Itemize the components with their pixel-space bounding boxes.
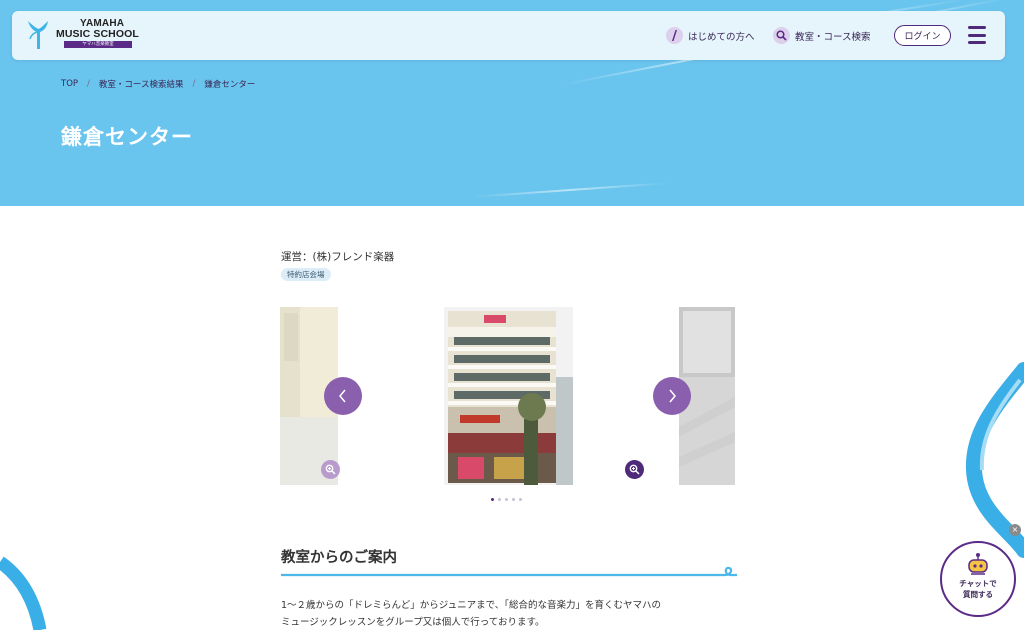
carousel-pagination [491, 498, 526, 501]
breadcrumb-search-results[interactable]: 教室・コース検索結果 [99, 78, 184, 90]
breadcrumb-separator: / [87, 79, 90, 89]
breadcrumb-current: 鎌倉センター [204, 80, 256, 90]
section-body-line: ミュージックレッスンをグループ又は個人で行っております。 [281, 617, 545, 628]
operator-text: 運営：(株)フレンド楽器 [281, 251, 395, 263]
carousel-dot[interactable] [519, 498, 522, 501]
hamburger-menu-icon[interactable] [968, 26, 986, 44]
search-icon [773, 27, 790, 44]
carousel-slide-active[interactable] [444, 307, 573, 485]
section-body-line: 1～２歳からの「ドレミらんど」からジュニアまで、「総合的な音楽力」を育くむヤマハ… [281, 600, 661, 611]
hero-streak [469, 182, 670, 198]
chat-label-line1: チャットで [959, 579, 997, 588]
carousel-dot[interactable] [512, 498, 515, 501]
chat-label-line2: 質問する [963, 590, 993, 599]
site-header: YAMAHA MUSIC SCHOOL ヤマハ音楽教室 はじめての方へ 教室・コ… [12, 11, 1005, 60]
zoom-in-icon[interactable] [625, 460, 644, 479]
chat-close-button[interactable]: × [1009, 524, 1021, 536]
carousel-next-button[interactable] [653, 377, 691, 415]
nav-first-time-label: はじめての方へ [688, 31, 755, 43]
tuning-fork-logo-icon [28, 21, 48, 49]
chat-button[interactable]: チャットで 質問する [940, 541, 1016, 617]
nav-first-time[interactable]: はじめての方へ [666, 27, 755, 44]
carousel-dot[interactable] [498, 498, 501, 501]
section-underline [281, 566, 737, 577]
carousel-dot[interactable] [491, 498, 494, 501]
robot-icon [968, 553, 988, 575]
zoom-in-icon[interactable] [321, 460, 340, 479]
dealer-tag: 特約店会場 [281, 268, 331, 281]
nav-class-search-label: 教室・コース検索 [795, 31, 871, 43]
yamaha-logo[interactable]: YAMAHA MUSIC SCHOOL ヤマハ音楽教室 [26, 19, 139, 51]
breadcrumb: TOP / 教室・コース検索結果 / 鎌倉センター [61, 78, 255, 90]
info-icon [666, 27, 683, 44]
section-body: 1～２歳からの「ドレミらんど」からジュニアまで、「総合的な音楽力」を育くむヤマハ… [281, 597, 731, 630]
chevron-left-icon [339, 389, 346, 403]
chevron-right-icon [669, 389, 676, 403]
carousel-dot[interactable] [505, 498, 508, 501]
logo-line2: MUSIC SCHOOL [56, 28, 139, 40]
carousel-prev-button[interactable] [324, 377, 362, 415]
login-button[interactable]: ログイン [894, 25, 951, 46]
hero-banner: YAMAHA MUSIC SCHOOL ヤマハ音楽教室 はじめての方へ 教室・コ… [0, 0, 1024, 206]
ribbon-decoration [0, 556, 47, 630]
breadcrumb-separator: / [192, 79, 196, 89]
breadcrumb-top[interactable]: TOP [61, 79, 78, 89]
page-title: 鎌倉センター [61, 125, 193, 149]
section-title: 教室からのご案内 [281, 550, 397, 566]
nav-class-search[interactable]: 教室・コース検索 [773, 27, 871, 44]
building-photo [444, 307, 573, 485]
logo-sub: ヤマハ音楽教室 [64, 41, 132, 48]
